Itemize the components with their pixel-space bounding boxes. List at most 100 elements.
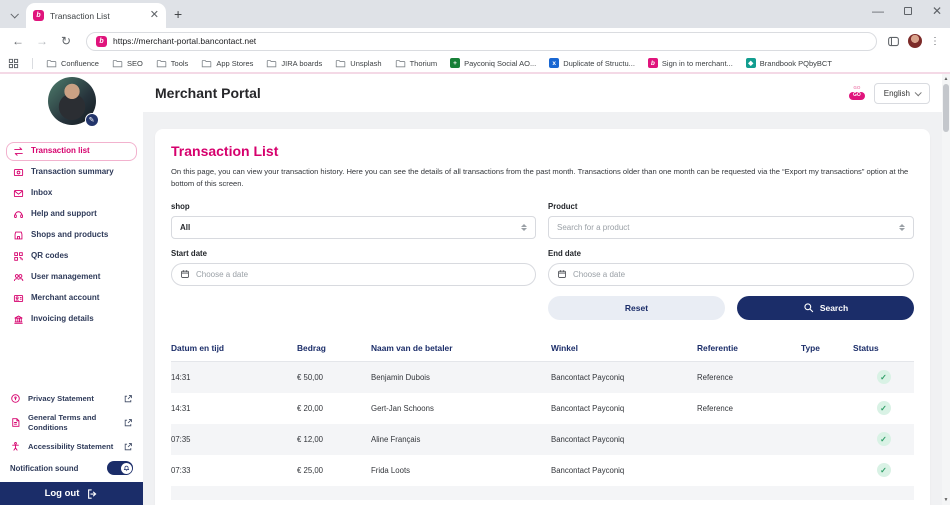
sidebar-legal-links: Privacy Statement General Terms and Cond… [0,393,143,452]
bookmark-seo[interactable]: SEO [112,58,143,69]
privacy-icon [10,393,21,404]
bookmark-label: App Stores [216,59,253,68]
table-row[interactable]: 07:33 € 25,00 Frida Loots Bancontact Pay… [171,455,914,486]
bookmark-label: Thorium [410,59,438,68]
bookmark-thorium[interactable]: Thorium [395,58,438,69]
window-minimize-button[interactable]: — [872,4,884,18]
bookmark-payconiq-social[interactable]: +Payconiq Social AO... [450,58,536,68]
cell-time: 14:31 [171,373,297,382]
folder-icon [266,58,277,69]
table-row-partial [171,486,914,500]
sidebar-item-label: Inbox [31,189,52,198]
table-header-row: Datum en tijd Bedrag Naam van de betaler… [171,336,914,362]
user-avatar[interactable]: ✎ [48,77,96,125]
logout-button[interactable]: Log out [0,482,143,505]
sidebar-item-invoicing-details[interactable]: Invoicing details [6,310,137,329]
bookmark-duplicate-structure[interactable]: xDuplicate of Structu... [549,58,635,68]
search-label: Search [820,303,848,313]
logout-label: Log out [45,488,80,499]
table-row[interactable]: 14:31 € 50,00 Benjamin Dubois Bancontact… [171,362,914,393]
product-search-input[interactable] [557,223,893,232]
reset-label: Reset [625,303,648,313]
language-selector[interactable]: English [874,83,930,104]
shop-select[interactable]: All [171,216,536,239]
bookmark-jira-boards[interactable]: JIRA boards [266,58,322,69]
notification-sound-toggle[interactable] [107,461,133,475]
calendar-icon [180,269,190,279]
accessibility-icon [10,441,21,452]
status-success-icon: ✓ [877,401,891,415]
new-tab-button[interactable]: + [174,6,182,22]
sidebar-item-transaction-summary[interactable]: Transaction summary [6,163,137,182]
scroll-down-icon[interactable]: ▼ [944,495,949,505]
envelope-icon [13,188,24,199]
bookmark-unsplash[interactable]: Unsplash [335,58,381,69]
reload-button[interactable]: ↻ [56,34,76,48]
sidebar-item-help-support[interactable]: Help and support [6,205,137,224]
bookmark-brandbook[interactable]: ◆Brandbook PQbyBCT [746,58,832,68]
end-date-picker[interactable]: Choose a date [548,263,914,286]
reset-button[interactable]: Reset [548,296,725,320]
table-row[interactable]: 07:35 € 12,00 Aline Français Bancontact … [171,424,914,455]
product-label: Product [548,202,914,211]
sidebar-item-transaction-list[interactable]: Transaction list [6,142,137,161]
sidebar-item-user-management[interactable]: User management [6,268,137,287]
sidebar-item-qr-codes[interactable]: QR codes [6,247,137,266]
bookmark-label: JIRA boards [281,59,322,68]
col-payer: Naam van de betaler [371,343,551,353]
browser-menu-icon[interactable]: ⋮ [930,36,940,47]
portal-title: Merchant Portal [155,85,261,101]
bookmark-sign-in-merchant[interactable]: bSign in to merchant... [648,58,733,68]
transaction-list-card: Transaction List On this page, you can v… [155,129,930,505]
window-close-button[interactable]: ✕ [932,4,942,18]
scroll-up-icon[interactable]: ▲ [944,74,949,84]
edit-avatar-button[interactable]: ✎ [85,113,99,127]
store-icon [13,230,24,241]
bookmark-label: Brandbook PQbyBCT [760,59,832,68]
folder-icon [112,58,123,69]
page-scrollbar[interactable]: ▲ ▼ [942,74,950,505]
sort-carets-icon [521,224,527,231]
tab-search-button[interactable] [5,6,23,24]
cell-shop: Bancontact Payconiq [551,466,697,475]
browser-tab[interactable]: b Transaction List ✕ [26,3,166,28]
sidebar-nav: Transaction list Transaction summary Inb… [0,136,143,329]
link-privacy-statement[interactable]: Privacy Statement [6,393,137,404]
forward-button[interactable]: → [32,34,52,48]
cell-payer: Frida Loots [371,466,551,475]
language-value: English [884,89,910,98]
cell-amount: € 50,00 [297,373,371,382]
link-general-terms[interactable]: General Terms and Conditions [6,413,137,432]
sidebar-item-inbox[interactable]: Inbox [6,184,137,203]
bookmark-app-stores[interactable]: App Stores [201,58,253,69]
cell-time: 14:31 [171,404,297,413]
cell-shop: Bancontact Payconiq [551,373,697,382]
folder-icon [395,58,406,69]
start-date-picker[interactable]: Choose a date [171,263,536,286]
sidebar-item-label: QR codes [31,252,68,261]
side-panel-icon[interactable] [887,35,900,48]
bancontact-icon: b [648,58,658,68]
sidebar-item-merchant-account[interactable]: Merchant account [6,289,137,308]
table-row[interactable]: 14:31 € 20,00 Gert-Jan Schoons Bancontac… [171,393,914,424]
address-bar[interactable]: b https://merchant-portal.bancontact.net [86,32,877,51]
end-date-placeholder: Choose a date [573,270,905,279]
apps-grid-icon[interactable] [8,58,19,69]
link-accessibility-statement[interactable]: Accessibility Statement [6,441,137,452]
tab-close-icon[interactable]: ✕ [150,10,159,21]
url-text: https://merchant-portal.bancontact.net [113,36,256,46]
bancontact-favicon-icon: b [33,10,44,21]
search-button[interactable]: Search [737,296,914,320]
window-maximize-button[interactable] [904,7,912,15]
browser-profile-avatar[interactable] [908,34,922,48]
bookmark-tools[interactable]: Tools [156,58,189,69]
bookmark-confluence[interactable]: Confluence [46,58,99,69]
sidebar-item-shops-products[interactable]: Shops and products [6,226,137,245]
scrollbar-thumb[interactable] [943,84,949,132]
notification-sound-row: Notification sound [0,452,143,482]
legal-link-label: General Terms and Conditions [28,413,116,432]
cell-payer: Aline Français [371,435,551,444]
start-date-label: Start date [171,249,536,258]
transactions-table: Datum en tijd Bedrag Naam van de betaler… [171,336,914,500]
back-button[interactable]: ← [8,34,28,48]
